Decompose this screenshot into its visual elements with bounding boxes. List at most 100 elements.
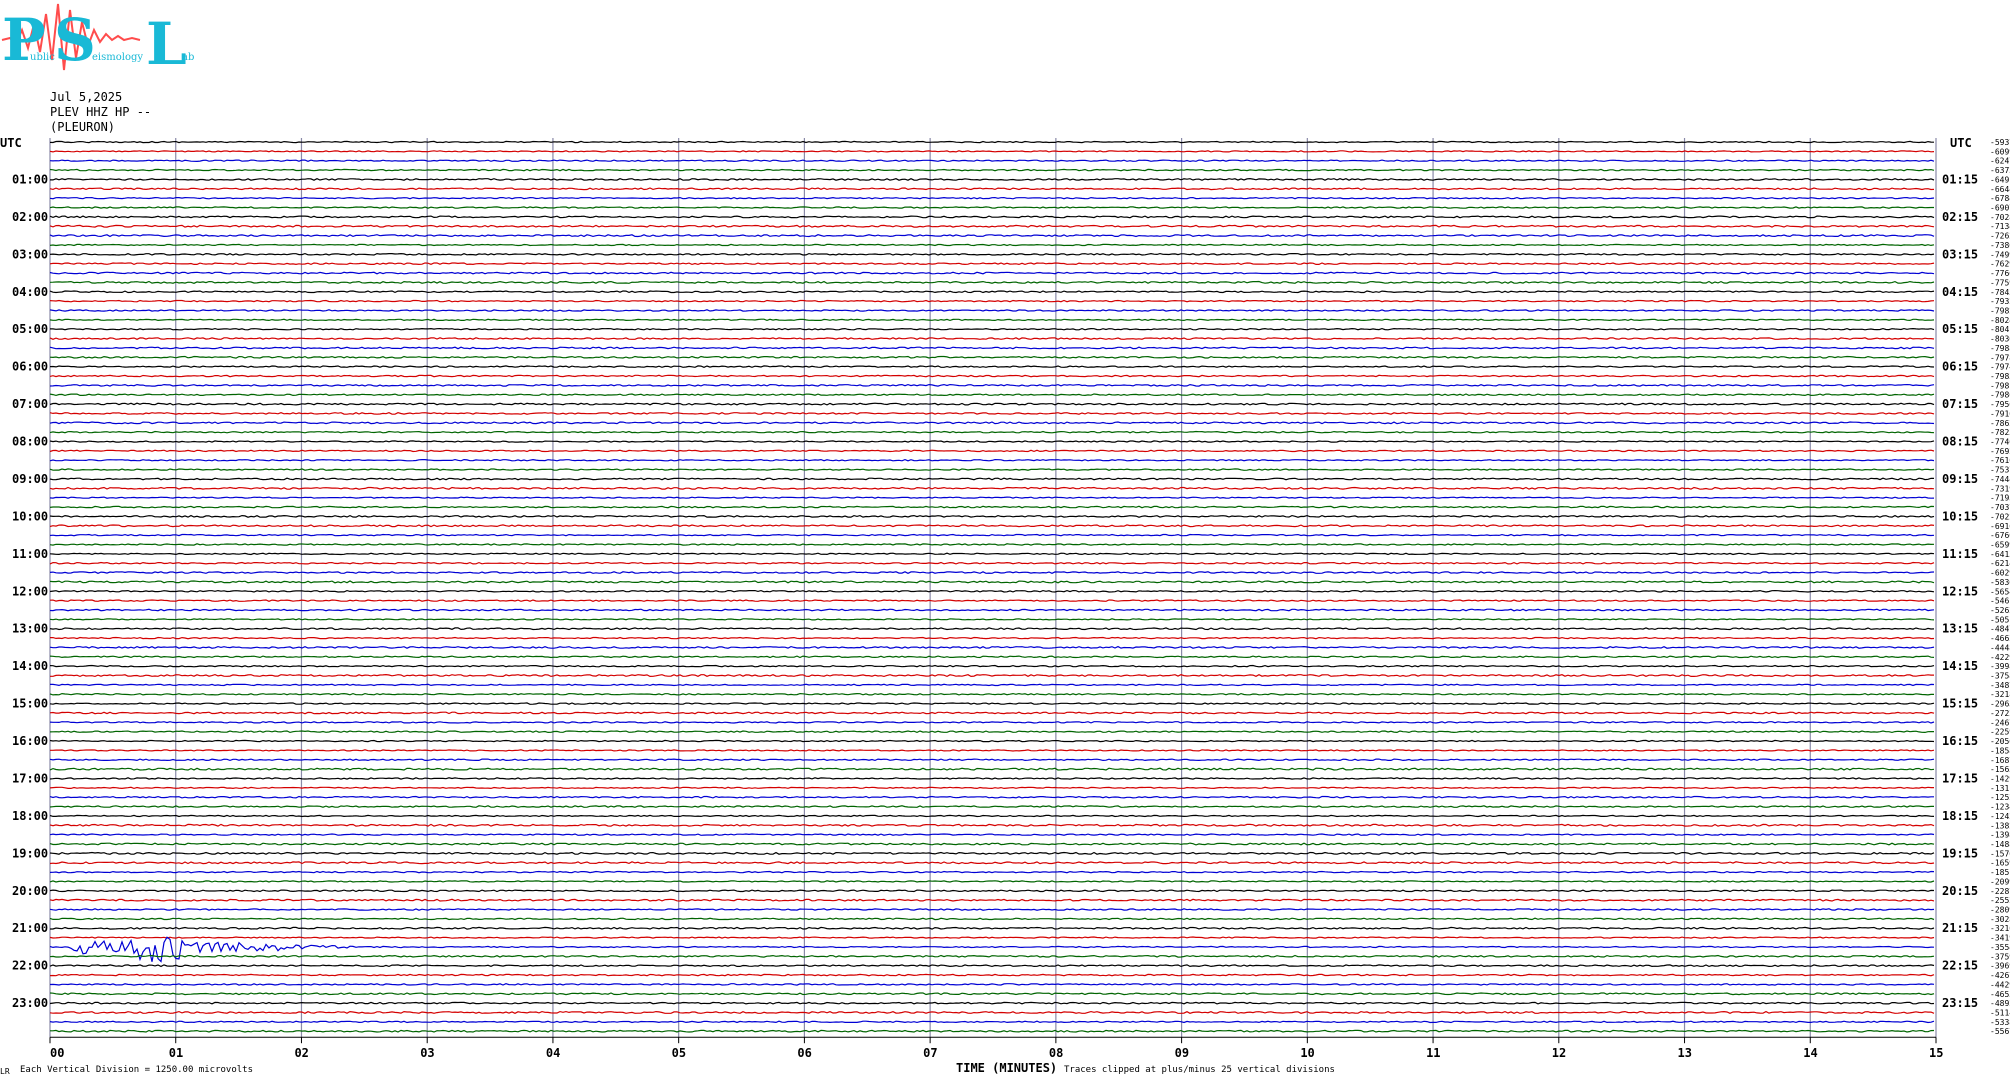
trace-52 — [49, 627, 1935, 631]
trace-offset-label: -4448 — [1990, 643, 2010, 652]
trace-86 — [49, 936, 1935, 963]
x-tick-label-15: 15 — [1929, 1046, 1943, 1060]
trace-offset-label: -1429 — [1990, 774, 2010, 783]
trace-0 — [49, 140, 1935, 144]
trace-offset-label: -1234 — [1990, 803, 2010, 812]
trace-72 — [49, 814, 1935, 818]
trace-offset-label: -5051 — [1990, 615, 2010, 624]
trace-69 — [49, 786, 1934, 790]
trace-46 — [49, 571, 1935, 574]
trace-31 — [49, 430, 1935, 434]
trace-offset-label: -6247 — [1990, 157, 2010, 166]
trace-77 — [49, 861, 1935, 865]
trace-offset-label: -1576 — [1990, 849, 2010, 858]
trace-offset-label: -7616 — [1990, 456, 2010, 465]
x-tick-label-05: 05 — [672, 1046, 686, 1060]
left-hour-label: 10:00 — [12, 509, 48, 523]
trace-82 — [49, 908, 1935, 911]
logo-word-eismology: eismology — [92, 52, 143, 63]
trace-54 — [49, 645, 1935, 649]
trace-offset-label: -8041 — [1990, 325, 2010, 334]
trace-58 — [50, 683, 1935, 687]
trace-offset-label: -7037 — [1990, 503, 2010, 512]
trace-offset-label: -1687 — [1990, 756, 2010, 765]
left-hour-label: 14:00 — [12, 659, 48, 673]
trace-64 — [49, 739, 1935, 743]
right-hour-label: 08:15 — [1942, 435, 1978, 449]
trace-offset-label: -6784 — [1990, 194, 2010, 203]
trace-offset-label: -1488 — [1990, 840, 2010, 849]
trace-28 — [49, 402, 1935, 406]
trace-91 — [49, 992, 1935, 996]
trace-offset-label: -5567 — [1990, 1027, 2010, 1036]
logo-word-ab: ab — [182, 52, 194, 63]
trace-68 — [49, 777, 1935, 780]
trace-offset-label: -7380 — [1990, 241, 2010, 250]
trace-85 — [49, 936, 1935, 939]
chart-date: Jul 5,2025 — [50, 90, 122, 104]
trace-offset-label: -3759 — [1990, 952, 2010, 961]
trace-offset-label: -7746 — [1990, 438, 2010, 447]
trace-63 — [49, 730, 1934, 734]
trace-90 — [49, 983, 1935, 986]
trace-offset-label: -5262 — [1990, 606, 2010, 615]
trace-15 — [49, 280, 1935, 284]
right-hour-label: 05:15 — [1942, 322, 1978, 336]
trace-offset-label: -7982 — [1990, 306, 2010, 315]
trace-35 — [49, 468, 1935, 471]
left-hour-label: 01:00 — [12, 172, 48, 186]
trace-offset-label: -5836 — [1990, 578, 2010, 587]
x-tick-label-11: 11 — [1426, 1046, 1440, 1060]
logo-word-ublic: ublic — [30, 52, 55, 63]
trace-80 — [49, 889, 1935, 893]
trace-11 — [49, 243, 1935, 247]
trace-29 — [49, 412, 1935, 415]
trace-27 — [49, 393, 1935, 397]
x-tick-label-14: 14 — [1803, 1046, 1817, 1060]
trace-offset-label: -7910 — [1990, 409, 2010, 418]
left-hour-label: 16:00 — [12, 734, 48, 748]
right-hour-label: 20:15 — [1942, 884, 1978, 898]
right-hour-label: 22:15 — [1942, 959, 1978, 973]
trace-offset-label: -7974 — [1990, 363, 2010, 372]
trace-offset-label: -5461 — [1990, 597, 2010, 606]
trace-offset-label: -7986 — [1990, 391, 2010, 400]
trace-92 — [49, 1001, 1935, 1005]
left-hour-label: 08:00 — [12, 435, 48, 449]
trace-offset-label: -7692 — [1990, 447, 2010, 456]
trace-offset-label: -2056 — [1990, 737, 2010, 746]
trace-offset-label: -1563 — [1990, 765, 2010, 774]
x-axis-ticks: 00 01 02 03 04 05 06 07 08 09 10 11 12 13 14 15 — [49, 1036, 1943, 1060]
trace-49 — [49, 599, 1935, 602]
right-hour-label: 19:15 — [1942, 846, 1978, 860]
trace-10 — [49, 234, 1935, 238]
trace-offset-label: -3758 — [1990, 672, 2010, 681]
trace-32 — [49, 440, 1935, 443]
trace-70 — [49, 795, 1934, 799]
trace-offset-label: -6760 — [1990, 531, 2010, 540]
trace-25 — [49, 374, 1935, 378]
trace-2 — [49, 159, 1935, 163]
trace-14 — [49, 271, 1935, 275]
trace-71 — [49, 805, 1934, 808]
trace-offset-label: -6373 — [1990, 166, 2010, 175]
station-code: PLEV HHZ HP -- — [50, 105, 151, 119]
psl-logo: P S L ublic eismology ab — [1, 3, 194, 78]
trace-13 — [49, 262, 1935, 266]
right-utc-label: UTC — [1950, 136, 1972, 150]
trace-offset-label: -5114 — [1990, 1008, 2010, 1017]
trace-19 — [49, 318, 1935, 322]
trace-offset-label: -7629 — [1990, 260, 2010, 269]
x-tick-label-04: 04 — [546, 1046, 560, 1060]
left-hour-label: 12:00 — [12, 584, 48, 598]
trace-34 — [49, 458, 1935, 462]
trace-12 — [49, 252, 1935, 256]
trace-8 — [49, 215, 1935, 219]
trace-offset-label: -3998 — [1990, 662, 2010, 671]
right-hour-label: 10:15 — [1942, 509, 1978, 523]
trace-6 — [49, 196, 1935, 200]
trace-75 — [49, 842, 1935, 846]
trace-offset-label: -7766 — [1990, 269, 2010, 278]
trace-offset-label: -7319 — [1990, 484, 2010, 493]
trace-65 — [50, 749, 1935, 752]
